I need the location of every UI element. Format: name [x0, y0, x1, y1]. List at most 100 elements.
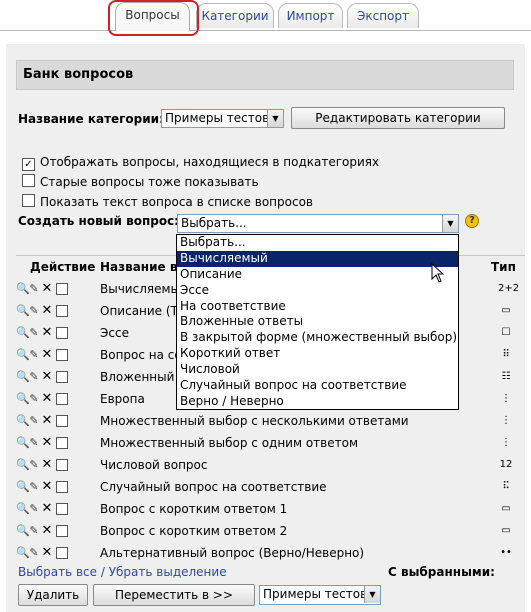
edit-icon[interactable]: ✎: [28, 414, 40, 428]
create-question-select[interactable]: Выбрать... ▼: [177, 214, 459, 233]
question-name: Описание (Те: [100, 304, 186, 318]
preview-icon[interactable]: 🔍: [16, 370, 30, 384]
edit-icon[interactable]: ✎: [28, 436, 40, 450]
row-checkbox[interactable]: [56, 283, 68, 295]
row-checkbox[interactable]: [56, 459, 68, 471]
delete-icon[interactable]: ✕: [41, 524, 53, 538]
edit-categories-button[interactable]: Редактировать категории: [291, 107, 505, 129]
delete-icon[interactable]: ✕: [41, 414, 53, 428]
dropdown-option[interactable]: Выбрать...: [177, 235, 458, 251]
preview-icon[interactable]: 🔍: [16, 502, 30, 516]
delete-icon[interactable]: ✕: [41, 458, 53, 472]
move-to-button[interactable]: Переместить в >>: [93, 584, 255, 606]
question-name: Вложенный в: [100, 370, 186, 384]
preview-icon[interactable]: 🔍: [16, 524, 30, 538]
row-checkbox[interactable]: [56, 481, 68, 493]
tab-export[interactable]: Экспорт: [347, 3, 419, 28]
dropdown-option[interactable]: Числовой: [177, 362, 458, 378]
edit-icon[interactable]: ✎: [28, 392, 40, 406]
dropdown-option[interactable]: Случайный вопрос на соответствие: [177, 378, 458, 394]
tab-import[interactable]: Импорт: [278, 3, 343, 28]
preview-icon[interactable]: 🔍: [16, 480, 30, 494]
random-match-type-icon: ⠯: [502, 481, 510, 492]
table-row: 🔍 ✎ ✕ Множественный выбор с одним ответом …: [16, 433, 525, 455]
dropdown-option[interactable]: Описание: [177, 267, 458, 283]
category-select[interactable]: Примеры тестов ▼: [161, 109, 284, 128]
type-column-header[interactable]: Тип: [491, 260, 516, 274]
chevron-down-icon[interactable]: ▼: [267, 110, 283, 127]
show-old-option[interactable]: Старые вопросы тоже показывать: [22, 174, 259, 190]
preview-icon[interactable]: 🔍: [16, 304, 30, 318]
delete-icon[interactable]: ✕: [41, 480, 53, 494]
preview-icon[interactable]: 🔍: [16, 436, 30, 450]
edit-icon[interactable]: ✎: [28, 370, 40, 384]
edit-icon[interactable]: ✎: [28, 480, 40, 494]
row-checkbox[interactable]: [56, 393, 68, 405]
edit-icon[interactable]: ✎: [28, 458, 40, 472]
edit-icon[interactable]: ✎: [28, 282, 40, 296]
row-checkbox[interactable]: [56, 327, 68, 339]
mouse-cursor-icon: [431, 263, 445, 283]
question-name: Множественный выбор с несколькими ответа…: [100, 414, 409, 428]
row-checkbox[interactable]: [56, 305, 68, 317]
delete-icon[interactable]: ✕: [41, 348, 53, 362]
edit-icon[interactable]: ✎: [28, 348, 40, 362]
show-subcategories-option[interactable]: ✓ Отображать вопросы, находящиеся в подка…: [22, 154, 380, 171]
cloze-type-icon: ☷: [501, 371, 511, 382]
question-name: Вычисляемый: [100, 282, 188, 296]
target-category-select[interactable]: Примеры тестов ▼: [259, 585, 381, 605]
preview-icon[interactable]: 🔍: [16, 392, 30, 406]
chevron-down-icon[interactable]: ▼: [364, 586, 380, 603]
preview-icon[interactable]: 🔍: [16, 348, 30, 362]
tab-categories[interactable]: Категории: [196, 3, 274, 28]
show-subcategories-checkbox[interactable]: ✓: [22, 158, 35, 171]
delete-icon[interactable]: ✕: [41, 326, 53, 340]
row-checkbox[interactable]: [56, 437, 68, 449]
delete-icon[interactable]: ✕: [41, 546, 53, 560]
delete-icon[interactable]: ✕: [41, 436, 53, 450]
delete-icon[interactable]: ✕: [41, 502, 53, 516]
edit-icon[interactable]: ✎: [28, 326, 40, 340]
preview-icon[interactable]: 🔍: [16, 546, 30, 560]
preview-icon[interactable]: 🔍: [16, 282, 30, 296]
row-checkbox[interactable]: [56, 371, 68, 383]
chevron-down-icon[interactable]: ▼: [442, 215, 458, 232]
show-subcategories-label: Отображать вопросы, находящиеся в подкат…: [40, 155, 380, 169]
delete-button[interactable]: Удалить: [18, 584, 88, 606]
question-name: Эссе: [100, 326, 129, 340]
preview-icon[interactable]: 🔍: [16, 414, 30, 428]
tab-questions[interactable]: Вопросы: [115, 2, 190, 31]
dropdown-option-highlighted[interactable]: Вычисляемый: [177, 250, 458, 267]
question-type-dropdown[interactable]: Выбрать... Вычисляемый Описание Эссе На …: [176, 234, 459, 410]
edit-icon[interactable]: ✎: [28, 546, 40, 560]
row-checkbox[interactable]: [56, 547, 68, 559]
preview-icon[interactable]: 🔍: [16, 458, 30, 472]
row-checkbox[interactable]: [56, 525, 68, 537]
row-checkbox[interactable]: [56, 415, 68, 427]
dropdown-option[interactable]: Короткий ответ: [177, 346, 458, 362]
delete-icon[interactable]: ✕: [41, 392, 53, 406]
edit-icon[interactable]: ✎: [28, 524, 40, 538]
dropdown-option[interactable]: Вложенные ответы: [177, 314, 458, 330]
dropdown-option[interactable]: В закрытой форме (множественный выбор): [177, 330, 458, 346]
select-all-link[interactable]: Выбрать все: [18, 565, 97, 579]
help-icon[interactable]: ?: [465, 214, 479, 228]
preview-icon[interactable]: 🔍: [16, 326, 30, 340]
row-checkbox[interactable]: [56, 503, 68, 515]
deselect-link[interactable]: Убрать выделение: [109, 565, 227, 579]
dropdown-option[interactable]: Верно / Неверно: [177, 394, 458, 410]
show-text-checkbox[interactable]: [22, 194, 35, 207]
delete-icon[interactable]: ✕: [41, 282, 53, 296]
dropdown-option[interactable]: Эссе: [177, 283, 458, 299]
edit-icon[interactable]: ✎: [28, 502, 40, 516]
delete-icon[interactable]: ✕: [41, 370, 53, 384]
edit-icon[interactable]: ✎: [28, 304, 40, 318]
description-type-icon: ▭: [501, 305, 511, 316]
question-name: Вопрос с коротким ответом 1: [100, 502, 288, 516]
show-text-option[interactable]: Показать текст вопроса в списке вопросов: [22, 194, 313, 210]
dropdown-option[interactable]: На соответствие: [177, 299, 458, 315]
delete-icon[interactable]: ✕: [41, 304, 53, 318]
show-old-checkbox[interactable]: [22, 174, 35, 187]
row-checkbox[interactable]: [56, 349, 68, 361]
truefalse-type-icon: ••: [500, 547, 512, 558]
